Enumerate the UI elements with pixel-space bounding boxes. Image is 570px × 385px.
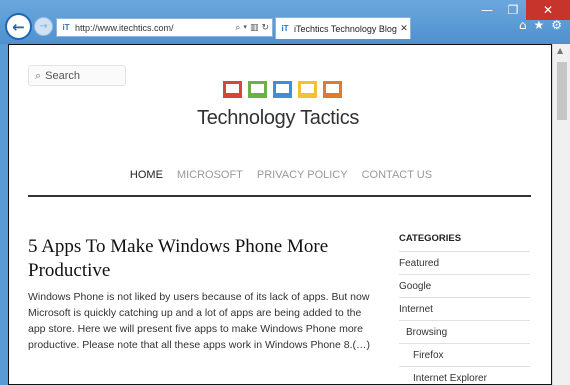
categories-heading: CATEGORIES bbox=[399, 233, 462, 244]
category-item-internet-explorer[interactable]: Internet Explorer bbox=[399, 366, 530, 384]
restore-button[interactable]: ❐ bbox=[500, 0, 526, 20]
address-bar[interactable]: iT http://www.itechtics.com/ ⌕ ▾ ▥ ↻ bbox=[56, 18, 273, 37]
search-placeholder: Search bbox=[45, 69, 81, 82]
site-logo-text[interactable]: Technology Tactics bbox=[197, 107, 359, 130]
logo-frame-icon bbox=[298, 81, 317, 98]
category-item-internet[interactable]: Internet bbox=[399, 297, 530, 320]
vertical-scrollbar[interactable]: ▲ bbox=[552, 44, 570, 385]
logo-frames bbox=[223, 81, 342, 98]
menu-item-privacy-policy[interactable]: PRIVACY POLICY bbox=[257, 169, 348, 181]
home-icon[interactable]: ⌂ bbox=[519, 18, 527, 32]
back-button[interactable]: ← bbox=[5, 13, 32, 40]
search-icon: ⌕ bbox=[35, 68, 42, 82]
forward-arrow-icon: → bbox=[39, 21, 48, 32]
page-viewport: ⌕ Search Technology Tactics HOME MICROSO… bbox=[8, 44, 552, 385]
logo-frame-icon bbox=[273, 81, 292, 98]
category-item-browsing[interactable]: Browsing bbox=[399, 320, 530, 343]
categories-list: Featured Google Internet Browsing Firefo… bbox=[399, 251, 530, 384]
scroll-up-arrow-icon[interactable]: ▲ bbox=[557, 46, 563, 55]
back-arrow-icon: ← bbox=[12, 17, 25, 36]
scroll-thumb[interactable] bbox=[557, 62, 567, 120]
category-item-featured[interactable]: Featured bbox=[399, 251, 530, 274]
category-item-google[interactable]: Google bbox=[399, 274, 530, 297]
article-title[interactable]: 5 Apps To Make Windows Phone More Produc… bbox=[28, 235, 373, 283]
favorites-star-icon[interactable]: ★ bbox=[533, 18, 544, 32]
site-favicon-icon: iT bbox=[62, 23, 70, 32]
article-excerpt: Windows Phone is not liked by users beca… bbox=[28, 291, 371, 351]
browser-tab-active[interactable]: iT iTechtics Technology Blog - ... ✕ bbox=[275, 17, 411, 39]
category-item-firefox[interactable]: Firefox bbox=[399, 343, 530, 366]
logo-frame-icon bbox=[248, 81, 267, 98]
compatibility-view-icon[interactable]: ▥ bbox=[250, 23, 259, 33]
close-button[interactable]: ✕ bbox=[526, 0, 570, 20]
site-search-input[interactable]: ⌕ Search bbox=[28, 65, 126, 86]
url-text[interactable]: http://www.itechtics.com/ bbox=[75, 23, 235, 33]
settings-gear-icon[interactable]: ⚙ bbox=[551, 18, 562, 32]
window-controls: — ❐ ✕ bbox=[474, 0, 570, 20]
logo-frame-icon bbox=[223, 81, 242, 98]
menu-item-contact-us[interactable]: CONTACT US bbox=[362, 169, 433, 181]
menu-item-microsoft[interactable]: MICROSOFT bbox=[177, 169, 243, 181]
address-search-icon[interactable]: ⌕ bbox=[235, 23, 240, 33]
menu-divider bbox=[28, 195, 531, 197]
main-menu: HOME MICROSOFT PRIVACY POLICY CONTACT US bbox=[9, 169, 551, 181]
forward-button[interactable]: → bbox=[34, 17, 53, 36]
toolbar-right-icons: ⌂ ★ ⚙ bbox=[519, 18, 562, 32]
tab-close-icon[interactable]: ✕ bbox=[398, 24, 410, 34]
dropdown-icon[interactable]: ▾ bbox=[243, 23, 247, 33]
tab-title: iTechtics Technology Blog - ... bbox=[294, 23, 398, 34]
refresh-icon[interactable]: ↻ bbox=[261, 23, 269, 33]
minimize-button[interactable]: — bbox=[474, 0, 500, 20]
logo-frame-icon bbox=[323, 81, 342, 98]
tab-favicon-icon: iT bbox=[281, 24, 289, 33]
menu-item-home[interactable]: HOME bbox=[130, 169, 163, 181]
